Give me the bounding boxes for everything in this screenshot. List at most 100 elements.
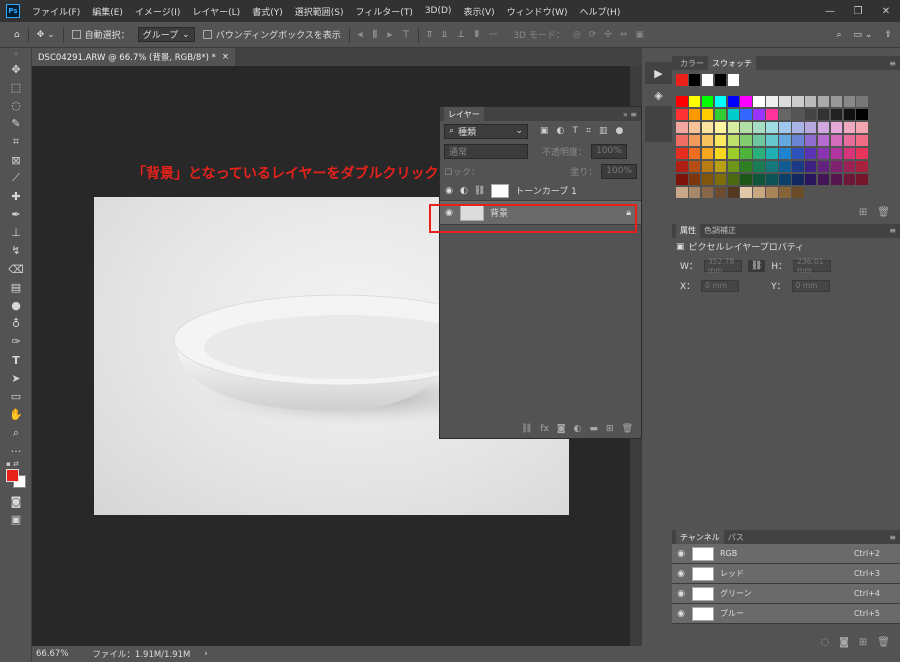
swatch[interactable]	[727, 173, 740, 186]
swatch[interactable]	[792, 186, 804, 199]
swatch[interactable]	[817, 134, 830, 147]
search-icon[interactable]: ⌕	[837, 30, 842, 40]
swatch[interactable]	[740, 160, 752, 173]
swatch[interactable]	[740, 134, 752, 147]
y-field[interactable]: 0 mm	[791, 279, 830, 292]
width-field[interactable]: 352.78 mm	[703, 257, 742, 275]
new-group-icon[interactable]: ▬	[590, 424, 599, 434]
auto-select-checkbox[interactable]: 自動選択：	[68, 26, 134, 44]
swatch[interactable]	[753, 147, 765, 160]
more-tools-icon[interactable]: ···	[0, 442, 32, 460]
swatch[interactable]	[804, 134, 817, 147]
eye-icon[interactable]: ◉	[444, 186, 454, 196]
swatch[interactable]	[843, 160, 856, 173]
adjustment-layer-icon[interactable]: ◐	[574, 424, 582, 434]
swatch[interactable]	[688, 186, 701, 199]
opacity-field[interactable]: 100%	[591, 143, 627, 159]
menu-image[interactable]: イメージ(I)	[129, 5, 187, 18]
swatch[interactable]	[688, 160, 701, 173]
distribute-icons[interactable]: ⫪ ⫫ ⊥ ⫴ ···	[423, 26, 501, 44]
swatch[interactable]	[753, 95, 765, 108]
swatch[interactable]	[688, 95, 701, 108]
swatch[interactable]	[804, 121, 817, 134]
swatch[interactable]	[766, 95, 778, 108]
healing-brush-tool-icon[interactable]: ✚	[0, 187, 32, 205]
fx-icon[interactable]: fx	[540, 424, 549, 434]
align-icons[interactable]: ⫷ ⫼ ⫸ ⊤	[354, 26, 414, 44]
blur-tool-icon[interactable]: ●	[0, 296, 32, 314]
swatch[interactable]	[843, 108, 856, 121]
path-select-tool-icon[interactable]: ➤	[0, 369, 32, 387]
clone-stamp-tool-icon[interactable]: ⊥	[0, 224, 32, 242]
swatch[interactable]	[714, 173, 727, 186]
fill-field[interactable]: 100%	[601, 163, 637, 179]
swatch[interactable]	[727, 134, 740, 147]
swatch[interactable]	[727, 186, 740, 199]
home-icon[interactable]: ⌂	[0, 26, 24, 44]
channel-item[interactable]: ◉ ブルー Ctrl+5	[672, 604, 900, 624]
swatch[interactable]	[701, 186, 714, 199]
swatch[interactable]	[676, 134, 688, 147]
swatch[interactable]	[701, 108, 714, 121]
swatch[interactable]	[766, 173, 778, 186]
dodge-tool-icon[interactable]: ♁	[0, 315, 32, 333]
swatch[interactable]	[843, 95, 856, 108]
swatch[interactable]	[688, 74, 701, 86]
swatch[interactable]	[792, 95, 804, 108]
swatch[interactable]	[804, 108, 817, 121]
swatch[interactable]	[701, 121, 714, 134]
chevron-right-icon[interactable]: ›	[204, 649, 207, 659]
swap-colors-icon[interactable]: ▪ ⇄	[6, 460, 19, 468]
layer-item-tone-curve[interactable]: ◉ ◐ ⛓ トーンカーブ 1	[440, 181, 641, 201]
frame-tool-icon[interactable]: ⊠	[0, 151, 32, 169]
swatch[interactable]	[804, 160, 817, 173]
swatch[interactable]	[727, 160, 740, 173]
swatch[interactable]	[766, 134, 778, 147]
swatch[interactable]	[792, 160, 804, 173]
swatch[interactable]	[817, 121, 830, 134]
menu-icon[interactable]: ≡	[889, 226, 896, 235]
swatch[interactable]	[753, 108, 765, 121]
swatch[interactable]	[843, 121, 856, 134]
swatch[interactable]	[688, 173, 701, 186]
swatch[interactable]	[817, 108, 830, 121]
bounding-box-checkbox[interactable]: バウンディングボックスを表示	[199, 26, 345, 44]
swatch[interactable]	[753, 173, 765, 186]
swatch[interactable]	[766, 147, 778, 160]
swatch[interactable]	[779, 160, 791, 173]
swatch[interactable]	[830, 134, 843, 147]
crop-tool-icon[interactable]: ⌗	[0, 133, 32, 151]
menu-icon[interactable]: ≡	[889, 59, 896, 68]
new-layer-icon[interactable]: ⊞	[606, 424, 614, 434]
zoom-level[interactable]: 66.67%	[36, 649, 68, 659]
swatch[interactable]	[740, 108, 752, 121]
quick-select-tool-icon[interactable]: ✎	[0, 115, 32, 133]
tab-swatches[interactable]: スウォッチ	[708, 56, 756, 70]
menu-view[interactable]: 表示(V)	[457, 5, 500, 18]
swatch[interactable]	[766, 186, 778, 199]
swatch[interactable]	[727, 95, 740, 108]
swatch[interactable]	[676, 160, 688, 173]
swatch[interactable]	[740, 186, 752, 199]
tab-channels[interactable]: チャンネル	[676, 530, 724, 544]
swatch[interactable]	[714, 160, 727, 173]
delete-icon[interactable]: 🗑︎	[877, 207, 890, 218]
marquee-tool-icon[interactable]: ⬚	[0, 78, 32, 96]
tab-paths[interactable]: パス	[724, 530, 748, 544]
link-icon[interactable]: ⛓	[747, 259, 766, 272]
layers-tab[interactable]: レイヤー	[444, 107, 484, 121]
collapse-icon[interactable]: » ≡	[623, 110, 637, 119]
brush-tool-icon[interactable]: ✒	[0, 206, 32, 224]
gradient-tool-icon[interactable]: ▤	[0, 278, 32, 296]
zoom-tool-icon[interactable]: ⌕	[0, 424, 32, 442]
swatch[interactable]	[714, 186, 727, 199]
swatch[interactable]	[856, 134, 868, 147]
swatch[interactable]	[830, 108, 843, 121]
filter-icons[interactable]: ▣ ◐ T ⌗ ▥ ●	[540, 126, 623, 136]
swatch[interactable]	[792, 173, 804, 186]
swatch[interactable]	[701, 134, 714, 147]
swatch[interactable]	[856, 121, 868, 134]
swatch[interactable]	[792, 134, 804, 147]
swatch[interactable]	[792, 147, 804, 160]
link-layers-icon[interactable]: ⛓	[521, 424, 532, 434]
